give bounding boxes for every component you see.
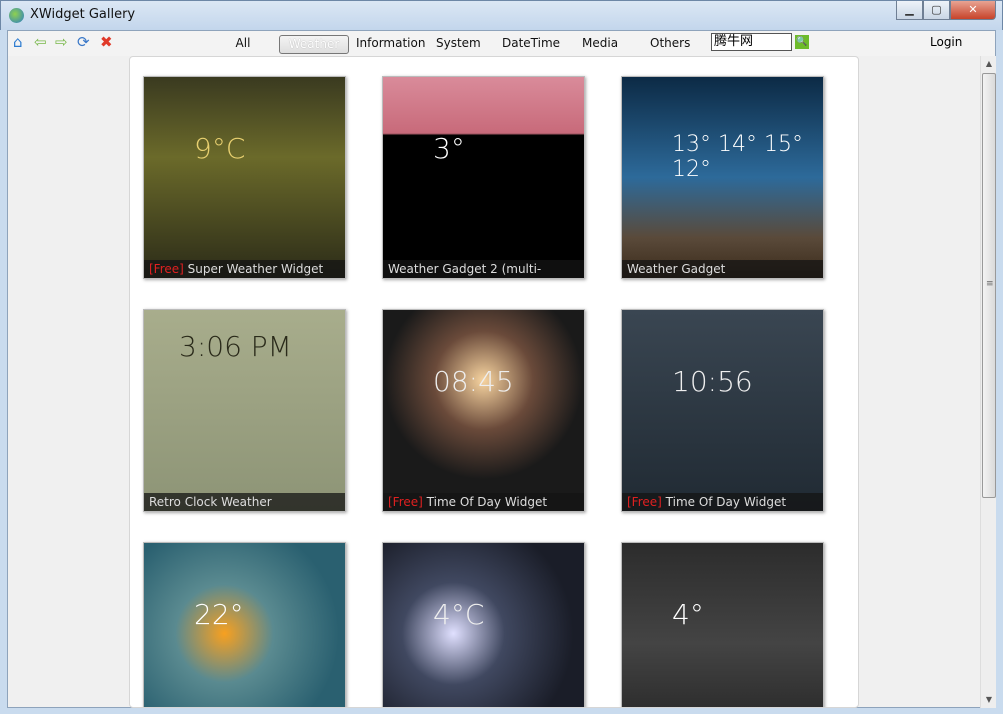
tab-others[interactable]: Others [650,35,690,54]
thumbnail-text: 4° [672,598,704,631]
widget-caption: [Free] Time Of Day Widget [383,493,584,511]
window-title: XWidget Gallery [30,7,136,22]
widget-thumbnail [144,543,345,707]
thumbnail-text: 3° [433,132,465,165]
search-input[interactable]: 腾牛网 [711,33,792,51]
title-bar: XWidget Gallery ▁ ▢ ✕ [0,0,1003,30]
widget-card[interactable]: 22° [143,542,346,707]
thumbnail-text: 08:45 [433,365,514,398]
tab-information[interactable]: Information [356,35,425,54]
app-icon [9,8,24,23]
minimize-button[interactable]: ▁ [896,1,923,20]
widget-title: Time Of Day Widget [422,495,548,509]
maximize-button[interactable]: ▢ [923,1,950,20]
widget-title: Super Weather Widget [183,262,324,276]
widget-caption: [Free] Super Weather Widget [144,260,345,278]
thumbnail-text: 22° [194,598,244,631]
scroll-up-icon[interactable]: ▲ [981,56,997,72]
tab-system[interactable]: System [436,35,481,54]
widget-card[interactable]: 4°C [382,542,585,707]
widget-card[interactable]: 08:45 [Free] Time Of Day Widget [382,309,585,512]
close-button[interactable]: ✕ [950,1,996,20]
widget-card[interactable]: 13° 14° 15° 12° Weather Gadget [621,76,824,279]
scroll-thumb[interactable]: ≡ [982,73,996,498]
vertical-scrollbar[interactable]: ▲ ≡ ▼ [980,56,996,708]
tab-weather[interactable]: Weather [279,35,349,54]
widget-caption: [Free] Time Of Day Widget [622,493,823,511]
widget-thumbnail [383,77,584,278]
stop-icon[interactable]: ✖ [100,33,113,51]
widget-card[interactable]: 3:06 PM Retro Clock Weather [143,309,346,512]
widget-grid: 9°C [Free] Super Weather Widget 3° Weather… [129,56,859,708]
widget-thumbnail [144,77,345,278]
widget-title: Weather Gadget [627,262,726,276]
home-icon[interactable]: ⌂ [13,33,23,51]
thumbnail-text: 13° 14° 15° 12° [672,132,803,182]
widget-card[interactable]: 4° [621,542,824,707]
forward-icon[interactable]: ⇨ [55,33,68,51]
free-badge: [Free] [627,495,662,509]
thumbnail-text: 10:56 [672,365,753,398]
widget-title: Retro Clock Weather [149,495,272,509]
refresh-icon[interactable]: ⟳ [77,33,90,51]
widget-title: Time Of Day Widget [661,495,787,509]
search-icon[interactable]: 🔍 [795,35,809,49]
toolbar: ⌂ ⇦ ⇨ ⟳ ✖ All Weather Information System… [7,30,996,56]
thumbnail-text: 9°C [194,132,246,165]
widget-card[interactable]: 10:56 [Free] Time Of Day Widget [621,309,824,512]
widget-caption: Retro Clock Weather [144,493,345,511]
widget-thumbnail [622,543,823,707]
widget-card[interactable]: 9°C [Free] Super Weather Widget [143,76,346,279]
login-link[interactable]: Login [930,35,962,49]
widget-thumbnail [622,310,823,511]
thumbnail-text: 3:06 PM [179,330,292,363]
widget-title: Weather Gadget 2 (multi- [388,262,542,276]
free-badge: [Free] [388,495,423,509]
thumbnail-text: 4°C [433,598,485,631]
tab-media[interactable]: Media [582,35,618,54]
scroll-down-icon[interactable]: ▼ [981,692,997,708]
widget-caption: Weather Gadget 2 (multi- [383,260,584,278]
widget-thumbnail [383,310,584,511]
free-badge: [Free] [149,262,184,276]
back-icon[interactable]: ⇦ [34,33,47,51]
widget-caption: Weather Gadget [622,260,823,278]
gallery-area: 9°C [Free] Super Weather Widget 3° Weather… [7,56,996,708]
tab-datetime[interactable]: DateTime [502,35,560,54]
tab-all[interactable]: All [230,35,256,54]
widget-card[interactable]: 3° Weather Gadget 2 (multi- [382,76,585,279]
